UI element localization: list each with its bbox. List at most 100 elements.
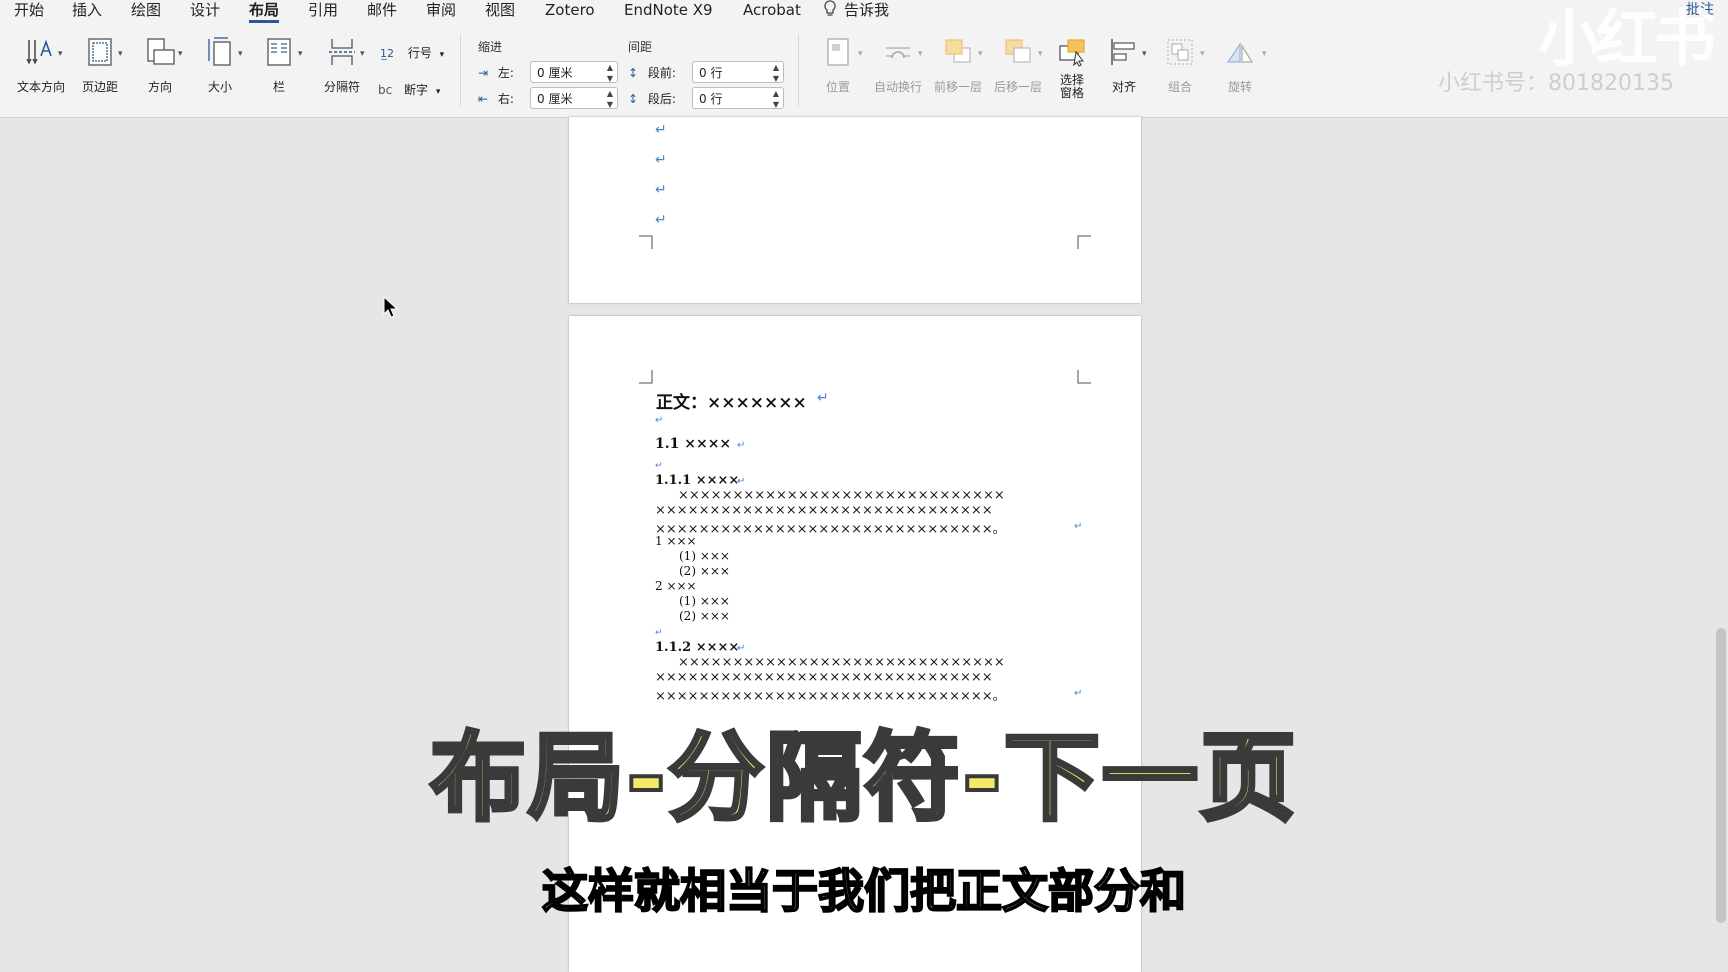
menu-acrobat[interactable]: Acrobat: [743, 0, 801, 22]
align-button[interactable]: 对齐: [1098, 36, 1150, 95]
list-item[interactable]: (2) ×××: [679, 609, 730, 623]
document-heading[interactable]: 正文：×××××××: [656, 388, 807, 413]
wrap-text-button[interactable]: 自动换行: [870, 36, 926, 95]
chevron-down-icon[interactable]: ▾: [1142, 49, 1147, 59]
line-numbers-icon: 1̲2: [380, 47, 394, 60]
lightbulb-icon[interactable]: [823, 0, 837, 22]
menu-design[interactable]: 设计: [190, 0, 220, 22]
selection-pane-button[interactable]: 选择 窗格: [1050, 36, 1094, 100]
menu-insert[interactable]: 插入: [72, 0, 102, 22]
chevron-down-icon[interactable]: ▾: [58, 49, 63, 59]
text-direction-icon: [25, 36, 57, 68]
caption-title: 布局-分隔符-下一页: [428, 720, 1298, 836]
spacing-after-label: ↕ 段后:: [628, 92, 676, 106]
heading-1-1-1[interactable]: 1.1.1 ××××: [655, 473, 739, 488]
list-item[interactable]: (1) ×××: [679, 549, 730, 563]
paragraph-mark-icon: ↵: [1074, 521, 1083, 532]
line-numbers-button[interactable]: 1̲2 行号 ▾: [380, 44, 444, 61]
chevron-down-icon[interactable]: ▾: [1262, 49, 1267, 59]
list-item[interactable]: 1 ×××: [655, 534, 697, 548]
list-item[interactable]: 2 ×××: [655, 579, 697, 593]
paragraph-line[interactable]: ×××××××××××××××××××××××××××××××: [655, 503, 993, 518]
send-backward-button[interactable]: 后移一层: [990, 36, 1046, 95]
wrap-text-icon: [882, 36, 914, 68]
chevron-down-icon[interactable]: ▾: [858, 49, 863, 59]
chevron-down-icon[interactable]: ▾: [978, 49, 983, 59]
menu-references[interactable]: 引用: [308, 0, 338, 22]
chevron-down-icon[interactable]: ▾: [918, 49, 923, 59]
margin-corner-icon: [1077, 235, 1091, 249]
spacing-before-input[interactable]: 0 行 ▲ ▼: [692, 61, 784, 83]
menu-tell-me[interactable]: 告诉我: [844, 0, 889, 22]
menu-review[interactable]: 审阅: [426, 0, 456, 22]
spacing-after-icon: ↕: [628, 92, 639, 106]
spinner-arrows-icon[interactable]: ▲ ▼: [607, 88, 613, 110]
paragraph-mark-icon: ↵: [655, 122, 667, 138]
paragraph-line[interactable]: ××××××××××××××××××××××××××××××: [678, 488, 1005, 503]
chevron-down-icon[interactable]: ▾: [298, 49, 303, 59]
margin-corner-icon: [1077, 370, 1091, 384]
paragraph-mark-icon: ↵: [655, 212, 667, 228]
hyphenation-icon: bc: [378, 83, 393, 97]
document-page-1[interactable]: ↵ ↵ ↵ ↵: [569, 117, 1141, 303]
bring-forward-icon: [942, 36, 974, 68]
columns-icon: [263, 36, 295, 68]
size-button[interactable]: 大小: [194, 36, 246, 95]
chevron-down-icon[interactable]: ▾: [178, 49, 183, 59]
menu-home[interactable]: 开始: [14, 0, 44, 22]
menu-view[interactable]: 视图: [485, 0, 515, 22]
group-icon: [1164, 36, 1196, 68]
columns-button[interactable]: 栏: [256, 36, 302, 95]
menu-endnote[interactable]: EndNote X9: [624, 0, 713, 22]
spinner-arrows-icon[interactable]: ▲ ▼: [773, 88, 779, 110]
position-button[interactable]: 位置: [812, 36, 864, 95]
indent-left-input[interactable]: 0 厘米 ▲ ▼: [530, 61, 618, 83]
group-button[interactable]: 组合: [1154, 36, 1206, 95]
paragraph-line[interactable]: ×××××××××××××××××××××××××××××××。: [655, 518, 1006, 537]
paragraph-line[interactable]: ×××××××××××××××××××××××××××××××: [655, 670, 993, 685]
chevron-down-icon[interactable]: ▾: [1038, 49, 1043, 59]
menu-zotero[interactable]: Zotero: [545, 0, 595, 22]
hyphenation-button[interactable]: bc 断字 ▾: [378, 81, 440, 98]
chevron-down-icon[interactable]: ▾: [118, 49, 123, 59]
chevron-down-icon[interactable]: ▾: [1200, 49, 1205, 59]
rotate-button[interactable]: 旋转: [1214, 36, 1266, 95]
chevron-down-icon[interactable]: ▾: [238, 49, 243, 59]
menu-mailings[interactable]: 邮件: [367, 0, 397, 22]
list-item[interactable]: (1) ×××: [679, 594, 730, 608]
margin-corner-icon: [639, 235, 653, 249]
spacing-after-input[interactable]: 0 行 ▲ ▼: [692, 87, 784, 109]
text-direction-button[interactable]: 文本方向: [14, 36, 68, 95]
mouse-cursor-icon: [383, 296, 397, 318]
indent-right-input[interactable]: 0 厘米 ▲ ▼: [530, 87, 618, 109]
send-backward-icon: [1002, 36, 1034, 68]
indent-left-icon: ⇥: [478, 66, 489, 80]
paragraph-mark-icon: ↵: [655, 461, 663, 471]
menu-layout[interactable]: 布局: [249, 0, 280, 23]
bring-forward-button[interactable]: 前移一层: [930, 36, 986, 95]
spinner-arrows-icon[interactable]: ▲ ▼: [773, 62, 779, 84]
position-icon: [822, 36, 854, 68]
orientation-icon: [144, 36, 176, 68]
paragraph-mark-icon: ↵: [817, 390, 829, 406]
paragraph-mark-icon: ↵: [655, 152, 667, 168]
chevron-down-icon: ▾: [439, 50, 445, 60]
selection-pane-icon: [1056, 36, 1088, 68]
watermark-id: 小红书号：801820135: [1438, 71, 1674, 96]
divider: [460, 34, 461, 106]
heading-1-1[interactable]: 1.1 ××××: [655, 436, 731, 452]
heading-1-1-2[interactable]: 1.1.2 ××××: [655, 640, 739, 655]
indent-left-label: ⇥ 左:: [478, 66, 514, 80]
align-icon: [1108, 36, 1140, 68]
breaks-button[interactable]: 分隔符: [314, 36, 370, 95]
spacing-before-icon: ↕: [628, 66, 639, 80]
list-item[interactable]: (2) ×××: [679, 564, 730, 578]
orientation-button[interactable]: 方向: [134, 36, 186, 95]
spinner-arrows-icon[interactable]: ▲ ▼: [607, 62, 613, 84]
paragraph-line[interactable]: ××××××××××××××××××××××××××××××: [678, 655, 1005, 670]
chevron-down-icon[interactable]: ▾: [360, 49, 365, 59]
divider: [798, 34, 799, 106]
menu-draw[interactable]: 绘图: [131, 0, 161, 22]
margins-button[interactable]: 页边距: [74, 36, 126, 95]
margin-corner-icon: [639, 370, 653, 384]
